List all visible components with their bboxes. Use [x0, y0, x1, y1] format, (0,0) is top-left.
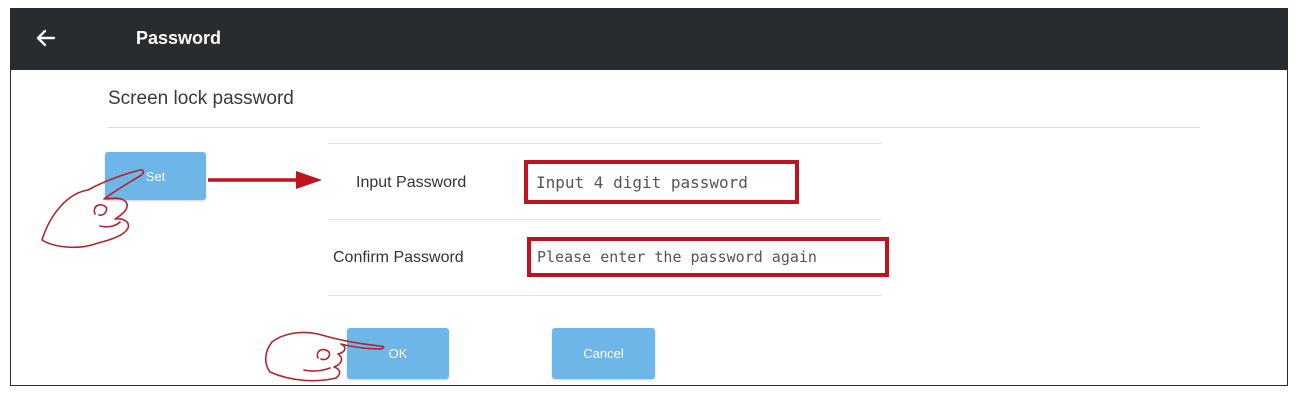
annotation-overlay [41, 169, 385, 382]
pointing-hand-icon [264, 331, 385, 382]
pointing-hand-icon [41, 169, 145, 249]
red-arrow-icon [208, 171, 322, 189]
